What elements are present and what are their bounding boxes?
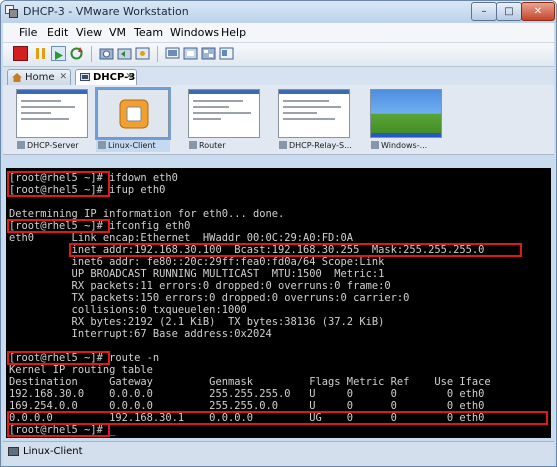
vm-thumbnail-bar: DHCP-Server Linux-Client Router DHCP-Rel… — [3, 85, 554, 155]
tab-home[interactable]: Home ✕ — [7, 69, 71, 85]
console-line: inet6 addr: fe80::20c:29ff:fea0:fd0a/64 … — [9, 256, 385, 268]
suspend-icon[interactable] — [33, 46, 48, 61]
snapshot-icon[interactable] — [99, 46, 114, 61]
thumbnail-router[interactable]: Router — [187, 89, 261, 152]
vm-icon — [17, 141, 25, 149]
title-bar[interactable]: DHCP-3 - VMware Workstation – □ ✕ — [1, 1, 556, 23]
console-line: RX bytes:2192 (2.1 KiB) TX bytes:38136 (… — [9, 316, 385, 328]
vm-icon — [279, 141, 287, 149]
thumbnail-linux-client[interactable]: Linux-Client — [95, 87, 171, 152]
prompt-highlight — [7, 351, 110, 365]
thumbnail-label: DHCP-Server — [27, 141, 79, 150]
minimize-button[interactable]: – — [471, 2, 497, 21]
thumbnail-dhcp-relay[interactable]: DHCP-Relay-S... — [277, 89, 351, 152]
thumbnail-label: DHCP-Relay-S... — [289, 141, 351, 150]
thumbnail-screen — [95, 87, 171, 140]
vm-icon — [371, 141, 379, 149]
snapshot-manager-icon[interactable] — [135, 46, 150, 61]
vm-icon — [189, 141, 197, 149]
thumbnail-screen — [16, 89, 88, 138]
vm-icon — [98, 141, 106, 149]
tab-dhcp3[interactable]: DHCP-3 ✕ — [75, 69, 137, 85]
console-line: Kernel IP routing table — [9, 364, 153, 376]
menu-windows[interactable]: Windows — [170, 26, 219, 39]
console-line: 192.168.30.0 0.0.0.0 255.255.255.0 U 0 0… — [9, 388, 485, 400]
reset-icon[interactable] — [69, 46, 84, 61]
maximize-button[interactable]: □ — [496, 2, 522, 21]
console-line: collisions:0 txqueuelen:1000 — [9, 304, 247, 316]
toolbar-separator — [91, 46, 92, 62]
console-line: Interrupt:67 Base address:0x2024 — [9, 328, 272, 340]
revert-snapshot-icon[interactable] — [117, 46, 132, 61]
toolbar — [3, 43, 554, 67]
close-tab-icon[interactable]: ✕ — [59, 70, 67, 85]
menu-bar: File Edit View VM Team Windows Help — [3, 23, 554, 43]
console-line: UP BROADCAST RUNNING MULTICAST MTU:1500 … — [9, 268, 385, 280]
thumbnail-screen — [188, 89, 260, 138]
vm-icon — [8, 447, 19, 456]
vm-console[interactable]: [root@rhel5 ~]# ifdown eth0 [root@rhel5 … — [6, 168, 551, 438]
menu-team[interactable]: Team — [134, 26, 163, 39]
status-vm-name: Linux-Client — [23, 446, 83, 457]
thumbnail-screen — [370, 89, 442, 138]
prompt-highlight — [7, 219, 110, 233]
thumbnail-label: Router — [199, 141, 226, 150]
unity-icon[interactable] — [219, 46, 234, 61]
prompt-highlight — [7, 423, 110, 437]
console-line: Destination Gateway Genmask Flags Metric… — [9, 376, 491, 388]
console-line: RX packets:11 errors:0 dropped:0 overrun… — [9, 280, 391, 292]
thumbnail-windows[interactable]: Windows-... — [369, 89, 443, 152]
power-off-icon[interactable] — [13, 46, 28, 61]
thumbnail-label: Linux-Client — [108, 141, 156, 150]
thumbnail-screen — [278, 89, 350, 138]
show-console-icon[interactable] — [165, 46, 180, 61]
vmware-logo-icon — [119, 99, 149, 129]
status-bar: Linux-Client — [3, 441, 554, 466]
menu-vm[interactable]: VM — [109, 26, 126, 39]
vm-icon — [80, 73, 90, 81]
tab-home-label: Home — [25, 72, 55, 83]
prompt-highlight — [7, 171, 110, 197]
home-icon — [12, 73, 22, 82]
vmware-app-icon — [5, 5, 18, 18]
thumbnail-label: Windows-... — [381, 141, 428, 150]
inet-addr-highlight — [69, 243, 522, 257]
window-title: DHCP-3 - VMware Workstation — [23, 5, 189, 18]
close-button[interactable]: ✕ — [521, 2, 555, 21]
full-screen-icon[interactable] — [183, 46, 198, 61]
quick-switch-icon[interactable] — [201, 46, 216, 61]
vmware-window: DHCP-3 - VMware Workstation – □ ✕ File E… — [0, 0, 557, 467]
tab-strip: Home ✕ DHCP-3 ✕ — [3, 67, 554, 85]
menu-view[interactable]: View — [76, 26, 102, 39]
console-line: TX packets:150 errors:0 dropped:0 overru… — [9, 292, 410, 304]
menu-edit[interactable]: Edit — [47, 26, 68, 39]
toolbar-separator — [157, 46, 158, 62]
close-tab-icon[interactable]: ✕ — [125, 70, 133, 85]
thumbnail-dhcp-server[interactable]: DHCP-Server — [15, 89, 89, 152]
power-on-icon[interactable] — [51, 46, 66, 61]
menu-file[interactable]: File — [19, 26, 37, 39]
menu-help[interactable]: Help — [221, 26, 246, 39]
